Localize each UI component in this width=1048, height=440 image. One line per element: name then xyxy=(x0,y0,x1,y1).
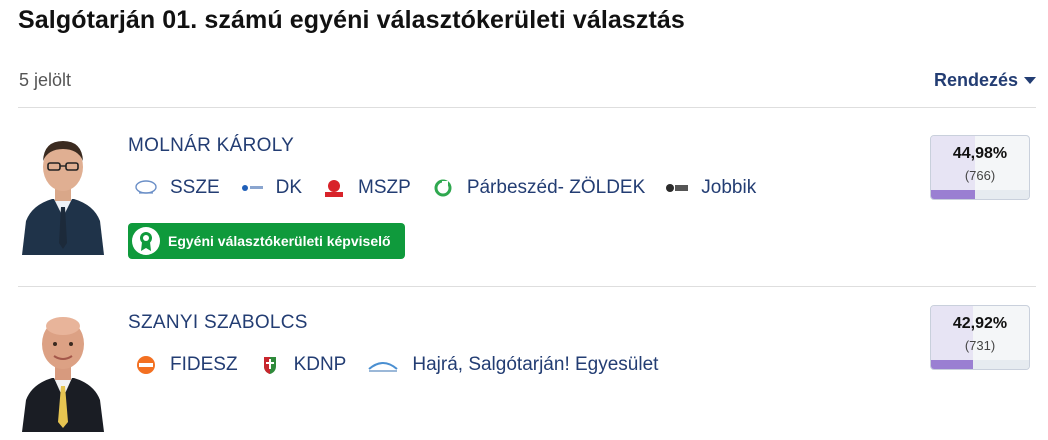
candidate-row: MOLNÁR KÁROLY SSZE DK MSZP Párbeszéd- ZÖ… xyxy=(18,135,1036,265)
party-label: SSZE xyxy=(170,177,220,198)
mszp-logo-icon xyxy=(322,178,346,198)
party-label: Párbeszéd- ZÖLDEK xyxy=(466,177,646,198)
result-percent: 42,92% xyxy=(952,315,1008,332)
candidate-name[interactable]: MOLNÁR KÁROLY xyxy=(128,135,294,157)
result-percent: 44,98% xyxy=(952,145,1008,162)
party-label: Jobbik xyxy=(701,177,757,198)
sort-label: Rendezés xyxy=(933,70,1018,90)
dk-logo-icon xyxy=(240,178,264,198)
result-box: 44,98% (766) xyxy=(930,135,1030,200)
party-list: SSZE DK MSZP Párbeszéd- ZÖLDEK Jobbik xyxy=(134,177,776,199)
party-label: DK xyxy=(275,177,303,198)
result-bar-track xyxy=(931,190,1029,199)
result-box: 42,92% (731) xyxy=(930,305,1030,370)
result-votes: (731) xyxy=(964,338,996,353)
winner-label: Egyéni választókerületi képviselő xyxy=(168,233,391,249)
candidate-name[interactable]: SZANYI SZABOLCS xyxy=(128,312,308,334)
party-fidesz[interactable]: FIDESZ xyxy=(134,354,238,376)
result-bar xyxy=(931,360,974,369)
divider xyxy=(18,107,1036,108)
party-label: FIDESZ xyxy=(170,354,238,375)
party-kdnp[interactable]: KDNP xyxy=(258,354,347,376)
party-hajra[interactable]: Hajrá, Salgótarján! Egyesület xyxy=(366,354,658,376)
jobbik-logo-icon xyxy=(665,178,689,198)
party-label: KDNP xyxy=(293,354,347,375)
party-mszp[interactable]: MSZP xyxy=(322,177,411,199)
page-title: Salgótarján 01. számú egyéni választóker… xyxy=(18,6,685,34)
candidate-photo xyxy=(18,312,108,432)
fidesz-logo-icon xyxy=(134,355,158,375)
result-votes: (766) xyxy=(964,168,996,183)
award-ribbon-icon xyxy=(132,227,160,255)
divider xyxy=(18,286,1036,287)
party-ssze[interactable]: SSZE xyxy=(134,177,220,199)
winner-badge: Egyéni választókerületi képviselő xyxy=(128,223,405,259)
caret-down-icon xyxy=(1024,77,1036,84)
party-label: Hajrá, Salgótarján! Egyesület xyxy=(412,354,659,375)
party-parbeszed[interactable]: Párbeszéd- ZÖLDEK xyxy=(431,177,645,199)
sort-button[interactable]: Rendezés xyxy=(934,70,1036,91)
party-label: MSZP xyxy=(358,177,411,198)
parbeszed-logo-icon xyxy=(431,178,455,198)
party-dk[interactable]: DK xyxy=(240,177,302,199)
hajra-logo-icon xyxy=(366,355,400,375)
ssze-logo-icon xyxy=(134,178,158,198)
candidate-row: SZANYI SZABOLCS FIDESZ KDNP Hajrá, Salgó… xyxy=(18,305,1036,440)
kdnp-logo-icon xyxy=(258,355,282,375)
candidate-count: 5 jelölt xyxy=(19,70,72,90)
result-bar xyxy=(931,190,976,199)
party-jobbik[interactable]: Jobbik xyxy=(665,177,756,199)
party-list: FIDESZ KDNP Hajrá, Salgótarján! Egyesüle… xyxy=(134,354,678,376)
candidate-photo xyxy=(18,135,108,255)
result-bar-track xyxy=(931,360,1029,369)
